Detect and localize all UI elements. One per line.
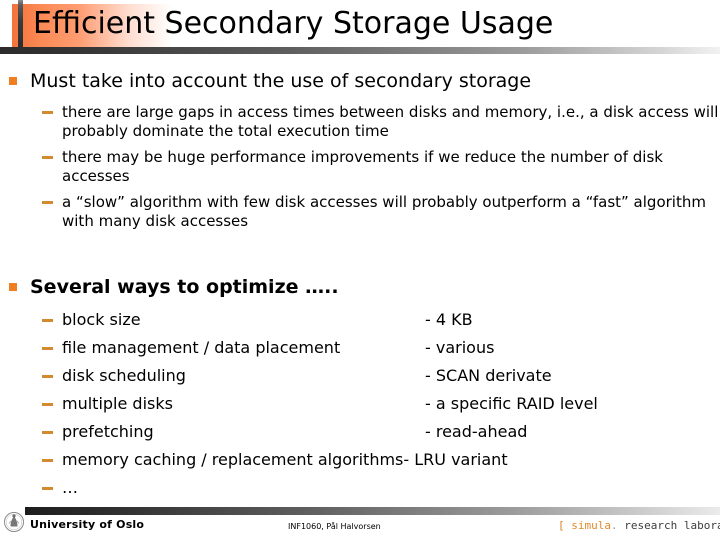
optimize-value: - 4 KB [425,310,473,329]
dash-bullet-icon [42,156,53,159]
optimize-row: memory caching / replacement algorithms-… [0,446,720,474]
dash-bullet-icon [42,459,53,462]
dash-bullet-icon [42,201,53,204]
optimize-key: multiple disks [62,394,173,413]
university-name: University of Oslo [30,518,145,531]
bullet-sub-label: there may be huge performance improvemen… [62,148,663,185]
optimize-key: disk scheduling [62,366,186,385]
bullet-label: Must take into account the use of second… [30,70,532,92]
slide-footer: University of Oslo INF1060, Pål Halvorse… [0,498,720,540]
square-bullet-icon [9,77,17,85]
bullet-sub-label: there are large gaps in access times bet… [62,103,719,140]
optimize-value: - LRU variant [403,450,508,469]
dash-bullet-icon [42,431,53,434]
simula-wordmark: simula [571,519,611,532]
optimize-row: file management / data placement - vario… [0,334,720,362]
optimize-row: block size - 4 KB [0,306,720,334]
bullet-item-primary: Several ways to optimize ….. [0,275,720,300]
course-credit: INF1060, Pål Halvorsen [288,522,381,531]
optimize-value: - various [425,338,495,357]
dash-bullet-icon [42,111,53,114]
bullet-item-primary: Must take into account the use of second… [0,69,720,94]
dash-bullet-icon [42,487,53,490]
dash-bullet-icon [42,319,53,322]
footer-divider-bar [25,507,720,515]
slide-content: Must take into account the use of second… [0,58,720,498]
square-bullet-icon [9,283,17,291]
dash-bullet-icon [42,347,53,350]
optimize-value: - SCAN derivate [425,366,552,385]
dash-bullet-icon [42,403,53,406]
optimize-key: block size [62,310,141,329]
optimize-key: memory caching / replacement algorithms [62,450,404,469]
optimize-row: prefetching - read-ahead [0,418,720,446]
bullet-item-sub: there are large gaps in access times bet… [0,103,720,141]
simula-dot: . [611,519,618,532]
page-title: Efficient Secondary Storage Usage [33,6,554,41]
title-underline-bar [0,47,720,54]
bullet-label: Several ways to optimize ….. [30,276,339,298]
optimize-value: - read-ahead [425,422,528,441]
simula-open-bracket: [ [558,519,565,532]
simula-logo: [ simula. research laboratory ] [558,519,720,532]
simula-tagline: research laboratory [624,519,720,532]
bullet-item-sub: a “slow” algorithm with few disk accesse… [0,193,720,231]
optimize-key: prefetching [62,422,154,441]
slide-title-area: Efficient Secondary Storage Usage [0,0,720,58]
optimize-key: file management / data placement [62,338,341,357]
dash-bullet-icon [42,375,53,378]
bullet-sub-label: a “slow” algorithm with few disk accesse… [62,193,706,230]
university-seal-icon [4,512,24,532]
optimize-value: - a specific RAID level [425,394,598,413]
title-vertical-rule-icon [18,0,23,52]
optimize-row: disk scheduling - SCAN derivate [0,362,720,390]
optimize-row: multiple disks - a specific RAID level [0,390,720,418]
bullet-item-sub: there may be huge performance improvemen… [0,148,720,186]
